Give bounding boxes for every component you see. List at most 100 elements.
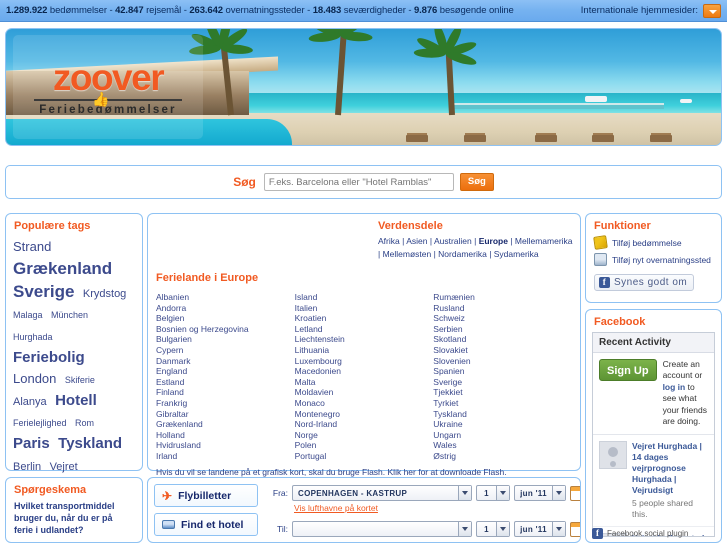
radio-icon[interactable] [14,541,23,542]
country-link[interactable]: Cypern [156,345,295,356]
country-link[interactable]: Albanien [156,292,295,303]
continent-link-nordamerika[interactable]: Nordamerika [438,249,487,259]
country-link[interactable]: Bosnien og Herzegovina [156,324,295,335]
country-link[interactable]: Sverige [433,377,572,388]
country-link[interactable]: Schweiz [433,313,572,324]
tag-link[interactable]: Tyskland [58,435,122,452]
country-link[interactable]: Spanien [433,366,572,377]
tag-link[interactable]: Hotell [55,392,97,409]
country-link[interactable]: England [156,366,295,377]
from-month-select[interactable]: jun '11 [514,485,566,501]
from-day-select[interactable]: 1 [476,485,510,501]
to-day-select[interactable]: 1 [476,521,510,537]
country-link[interactable]: Malta [295,377,434,388]
country-link[interactable]: Luxembourg [295,356,434,367]
tag-link[interactable]: Alanya [13,396,47,408]
continent-link-europe[interactable]: Europe [479,236,508,246]
tag-link[interactable]: Ferielejlighed [13,418,67,428]
country-link[interactable]: Serbien [433,324,572,335]
chevron-down-icon[interactable] [496,522,509,536]
chevron-down-icon[interactable] [458,486,471,500]
calendar-icon[interactable] [570,485,580,501]
flash-download-link[interactable]: Hvis du vil se landene på et grafisk kor… [156,467,507,477]
function-add-accommodation-label[interactable]: Tilføj nyt overnatningssted [612,255,711,265]
country-link[interactable]: Lithuania [295,345,434,356]
country-link[interactable]: Ukraine [433,419,572,430]
chevron-down-icon[interactable] [496,486,509,500]
country-link[interactable]: Finland [156,387,295,398]
country-link[interactable]: Holland [156,430,295,441]
country-link[interactable]: Tjekkiet [433,387,572,398]
tag-link[interactable]: Berlin [13,461,41,473]
facebook-story[interactable]: Vejret Hurghada | 14 dages vejrprognose … [593,435,714,528]
country-link[interactable]: Tyrkiet [433,398,572,409]
country-link[interactable]: Norge [295,430,434,441]
country-link[interactable]: Grækenland [156,419,295,430]
chevron-down-icon[interactable] [552,486,565,500]
country-link[interactable]: Slovakiet [433,345,572,356]
country-link[interactable]: Irland [156,451,295,462]
country-link[interactable]: Moldavien [295,387,434,398]
function-add-review[interactable]: Tilføj bedømmelse [593,235,713,250]
country-link[interactable]: Rumænien [433,292,572,303]
tab-flights[interactable]: ✈ Flybilletter [154,484,258,507]
country-link[interactable]: Monaco [295,398,434,409]
country-link[interactable]: Gibraltar [156,409,295,420]
country-link[interactable]: Frankrig [156,398,295,409]
country-link[interactable]: Letland [295,324,434,335]
continent-link-australien[interactable]: Australien [434,236,472,246]
continent-link-asien[interactable]: Asien [406,236,427,246]
country-link[interactable]: Portugal [295,451,434,462]
continent-link-sydamerika[interactable]: Sydamerika [494,249,539,259]
tag-link[interactable]: München [51,310,88,320]
country-link[interactable]: Kroatien [295,313,434,324]
tab-hotels[interactable]: Find et hotel [154,513,258,536]
country-link[interactable]: Tyskland [433,409,572,420]
country-link[interactable]: Estland [156,377,295,388]
facebook-story-title[interactable]: Vejret Hurghada | 14 dages vejrprognose … [632,441,708,496]
tag-link[interactable]: Feriebolig [13,349,85,366]
country-link[interactable]: Andorra [156,303,295,314]
facebook-login-link[interactable]: log in [663,382,686,392]
tag-link[interactable]: Paris [13,435,50,452]
country-link[interactable]: Island [295,292,434,303]
country-link[interactable]: Belgien [156,313,295,324]
country-link[interactable]: Ungarn [433,430,572,441]
tag-link[interactable]: Sverige [13,282,74,301]
country-link[interactable]: Wales [433,440,572,451]
continent-link-mellemamerika[interactable]: Mellemamerika [515,236,573,246]
facebook-signup-button[interactable]: Sign Up [599,359,657,381]
tag-link[interactable]: Krydstog [83,288,126,300]
continent-link-mellemosten[interactable]: Mellemøsten [383,249,432,259]
flag-dropdown-icon[interactable] [703,3,721,18]
country-link[interactable]: Slovenien [433,356,572,367]
country-link[interactable]: Liechtenstein [295,334,434,345]
poll-option-bil[interactable]: Bil [14,541,134,542]
country-link[interactable]: Nord-Irland [295,419,434,430]
country-link[interactable]: Danmark [156,356,295,367]
to-month-select[interactable]: jun '11 [514,521,566,537]
continent-link-afrika[interactable]: Afrika [378,236,400,246]
chevron-down-icon[interactable] [458,522,471,536]
country-link[interactable]: Hvidrusland [156,440,295,451]
function-add-review-label[interactable]: Tilføj bedømmelse [612,238,682,248]
site-logo[interactable]: zoover 👍 Feriebedømmelser [13,35,203,139]
tag-link[interactable]: Malaga [13,310,43,320]
tag-link[interactable]: Skiferie [65,375,95,385]
country-link[interactable]: Bulgarien [156,334,295,345]
calendar-icon[interactable] [570,521,580,537]
country-link[interactable]: Østrig [433,451,572,462]
country-link[interactable]: Polen [295,440,434,451]
search-button[interactable]: Søg [459,173,494,191]
country-link[interactable]: Skotland [433,334,572,345]
show-airports-on-map-link[interactable]: Vis lufthavne på kortet [294,503,378,513]
chevron-down-icon[interactable] [552,522,565,536]
country-link[interactable]: Rusland [433,303,572,314]
country-link[interactable]: Italien [295,303,434,314]
tag-link[interactable]: Strand [13,239,51,254]
from-airport-select[interactable]: COPENHAGEN - KASTRUP [292,485,472,501]
facebook-like-button[interactable]: f Synes godt om [594,274,695,291]
search-input[interactable] [263,173,454,191]
tag-link[interactable]: Grækenland [13,259,112,278]
to-airport-select[interactable] [292,521,472,537]
